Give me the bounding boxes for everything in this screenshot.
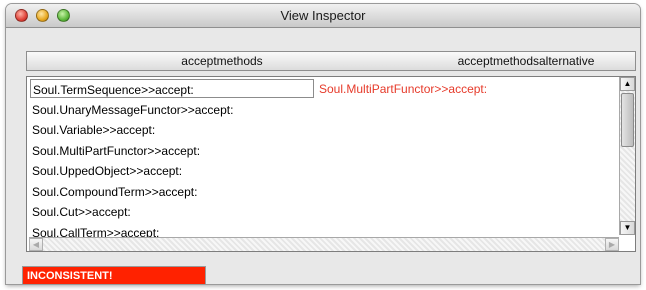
title-bar[interactable]: View Inspector <box>6 4 640 28</box>
alternative-method-cell[interactable]: Soul.MultiPartFunctor>>accept: <box>319 79 609 99</box>
table-row[interactable]: Soul.CompoundTerm>>accept: <box>29 182 613 203</box>
accept-method-cell[interactable]: Soul.Variable>>accept: <box>30 120 314 139</box>
table-row[interactable]: Soul.CallTerm>>accept: <box>29 223 613 238</box>
accept-method-cell[interactable]: Soul.Cut>>accept: <box>30 202 314 221</box>
list-rows: Soul.TermSequence>>accept: Soul.MultiPart… <box>29 79 613 237</box>
accept-method-cell[interactable]: Soul.TermSequence>>accept: <box>30 79 314 98</box>
column-header-acceptmethods[interactable]: acceptmethods <box>27 52 417 70</box>
table-row[interactable]: Soul.UnaryMessageFunctor>>accept: <box>29 100 613 121</box>
view-inspector-window: View Inspector acceptmethods acceptmetho… <box>6 4 640 284</box>
accept-method-cell[interactable]: Soul.MultiPartFunctor>>accept: <box>30 141 314 160</box>
accept-method-cell[interactable]: Soul.CompoundTerm>>accept: <box>30 182 314 201</box>
horizontal-scrollbar[interactable]: ◀ ▶ <box>29 237 619 251</box>
accept-method-cell[interactable]: Soul.UppedObject>>accept: <box>30 161 314 180</box>
vertical-scrollbar[interactable]: ▲ ▼ <box>619 77 635 235</box>
accept-method-cell[interactable]: Soul.CallTerm>>accept: <box>30 223 314 238</box>
up-arrow-icon[interactable]: ▲ <box>620 77 635 91</box>
table-row[interactable]: Soul.MultiPartFunctor>>accept: <box>29 141 613 162</box>
table-row[interactable]: Soul.UppedObject>>accept: <box>29 161 613 182</box>
status-badge: INCONSISTENT! <box>22 266 206 284</box>
left-arrow-icon[interactable]: ◀ <box>29 238 43 251</box>
table-row[interactable]: Soul.Cut>>accept: <box>29 202 613 223</box>
window-title: View Inspector <box>280 8 366 23</box>
down-arrow-icon[interactable]: ▼ <box>620 221 635 235</box>
table-row[interactable]: Soul.Variable>>accept: <box>29 120 613 141</box>
table-row[interactable]: Soul.TermSequence>>accept: Soul.MultiPart… <box>29 79 613 100</box>
window-content: acceptmethods acceptmethodsalternative S… <box>6 28 640 284</box>
accept-method-cell[interactable]: Soul.UnaryMessageFunctor>>accept: <box>30 100 314 119</box>
column-header: acceptmethods acceptmethodsalternative <box>26 51 636 71</box>
right-arrow-icon[interactable]: ▶ <box>605 238 619 251</box>
vertical-scroll-thumb[interactable] <box>621 93 634 147</box>
methods-list[interactable]: Soul.TermSequence>>accept: Soul.MultiPart… <box>26 76 636 252</box>
column-header-acceptmethodsalternative[interactable]: acceptmethodsalternative <box>417 52 635 70</box>
